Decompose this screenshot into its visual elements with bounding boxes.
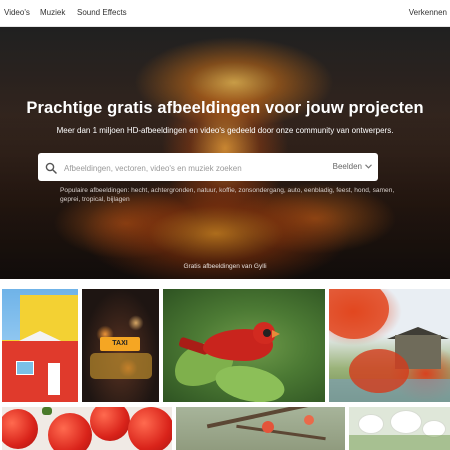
white-door xyxy=(48,363,60,395)
search-icon[interactable] xyxy=(45,161,57,174)
red-maple xyxy=(329,289,389,339)
image-credit[interactable]: Gratis afbeeldingen van Gylli xyxy=(0,263,450,270)
popular-searches[interactable]: Populaire afbeeldingen: hecht, achtergro… xyxy=(60,186,395,204)
gallery-tile-tomatoes[interactable] xyxy=(2,407,172,450)
cardinal-beak xyxy=(272,330,280,338)
gallery-tile-taxi-at-night[interactable]: TAXI xyxy=(82,289,159,402)
white-flower xyxy=(391,411,421,433)
tomato xyxy=(48,413,92,450)
gallery-tile-northern-cardinal[interactable] xyxy=(163,289,325,402)
nav-link-videos[interactable]: Video's xyxy=(4,8,30,17)
gallery-tile-autumn-pavilion[interactable] xyxy=(329,289,450,402)
blossom xyxy=(304,415,314,425)
blue-window xyxy=(16,361,34,375)
car-shape xyxy=(90,353,152,379)
foliage xyxy=(349,435,450,450)
gallery-tile-blossom-branches[interactable] xyxy=(176,407,345,450)
red-house xyxy=(2,341,78,402)
nav-link-verkennen[interactable]: Verkennen xyxy=(409,8,447,17)
search-bar: Beelden xyxy=(38,153,378,181)
cardinal-mask xyxy=(263,329,271,337)
search-type-label: Beelden xyxy=(332,162,362,171)
gallery-tile-yellow-red-houses[interactable] xyxy=(2,289,78,402)
white-flower xyxy=(359,415,383,433)
branch xyxy=(236,424,326,441)
search-type-dropdown[interactable]: Beelden xyxy=(333,162,372,171)
hero-subtitle: Meer dan 1 miljoen HD-afbeeldingen en vi… xyxy=(56,126,394,135)
branch xyxy=(206,407,316,429)
nav-link-sound-effects[interactable]: Sound Effects xyxy=(77,8,127,17)
tomato xyxy=(128,407,172,450)
tomato xyxy=(2,409,38,449)
search-input[interactable] xyxy=(62,159,346,177)
hero-banner: Prachtige gratis afbeeldingen voor jouw … xyxy=(0,27,450,279)
image-gallery: TAXI xyxy=(0,279,450,450)
red-maple xyxy=(349,349,409,393)
blossom xyxy=(262,421,274,433)
chevron-down-icon xyxy=(365,162,372,171)
gallery-tile-white-flowers[interactable] xyxy=(349,407,450,450)
tomato xyxy=(90,407,130,441)
taxi-sign: TAXI xyxy=(100,337,140,351)
top-navigation: Video's Muziek Sound Effects Verkennen xyxy=(0,0,450,27)
hero-title: Prachtige gratis afbeeldingen voor jouw … xyxy=(26,99,424,117)
nav-link-muziek[interactable]: Muziek xyxy=(40,8,65,17)
tomato-stem xyxy=(42,407,52,415)
